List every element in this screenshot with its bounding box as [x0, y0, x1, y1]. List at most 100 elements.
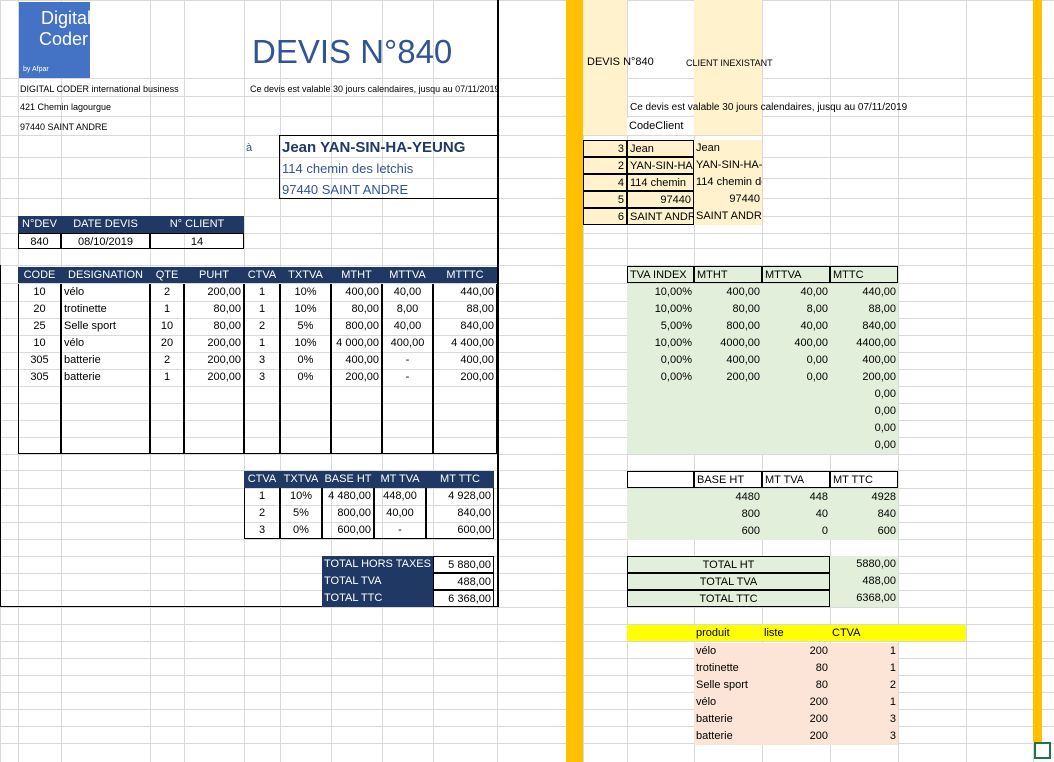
- quote-frame-right: [497, 0, 499, 607]
- company-address: 421 Chemin lagourgue: [20, 102, 112, 112]
- calc-header: TVA INDEX: [627, 266, 694, 283]
- line-item-cell: 200,00: [184, 284, 244, 301]
- line-item-cell: 3: [244, 369, 280, 386]
- line-item-cell: 0%: [280, 369, 331, 386]
- product-cell: trotinette: [694, 660, 762, 677]
- empty-line-cell: [382, 386, 433, 403]
- line-item-cell: 10: [18, 335, 61, 352]
- calc-cell: 200,00: [830, 369, 898, 386]
- calc-cell: [694, 420, 762, 437]
- line-item-cell: 1: [244, 301, 280, 318]
- info-header: N° CLIENT: [150, 216, 244, 233]
- product-cell: 3: [830, 728, 898, 745]
- lookup-cell: 114 chemin: [627, 174, 694, 191]
- quote-frame-left: [0, 265, 1, 607]
- product-header: liste: [762, 625, 830, 641]
- line-item-cell: 200,00: [331, 369, 382, 386]
- empty-line-cell: [331, 420, 382, 437]
- empty-line-cell: [244, 403, 280, 420]
- empty-line-cell: [433, 420, 497, 437]
- line-item-cell: 10: [18, 284, 61, 301]
- page-title: DEVIS N°840: [252, 33, 453, 70]
- right-vat-cell: 40: [762, 506, 830, 523]
- calc-cell: 400,00: [694, 284, 762, 301]
- line-item-cell: 3: [244, 352, 280, 369]
- right-total-label: TOTAL TTC: [627, 590, 830, 607]
- line-item-cell: -: [382, 369, 433, 386]
- lookup-cell: 97440: [627, 191, 694, 208]
- product-cell: 1: [830, 643, 898, 660]
- calc-cell: 840,00: [830, 318, 898, 335]
- line-item-cell: batterie: [61, 352, 150, 369]
- lookup-cell: YAN-SIN-HA-: [627, 157, 694, 174]
- calc-cell: 400,00: [694, 352, 762, 369]
- right-validity-text: Ce devis est valable 30 jours calendaire…: [630, 102, 908, 113]
- calc-cell: [627, 386, 694, 403]
- calc-cell: 0,00: [830, 403, 898, 420]
- vat-header: MT TTC: [426, 471, 494, 488]
- calc-cell: [694, 403, 762, 420]
- logo-sub: by Afpar: [23, 66, 49, 73]
- vat-cell: 40,00: [374, 505, 426, 522]
- lookup-cell: 4: [583, 174, 627, 191]
- line-header: TXTVA: [280, 267, 331, 283]
- calc-cell: 0,00: [830, 386, 898, 403]
- vat-cell: 448,00: [374, 488, 426, 505]
- empty-line-cell: [61, 403, 150, 420]
- lines-bottom-border: [18, 453, 497, 454]
- empty-line-cell: [280, 420, 331, 437]
- calc-cell: 10,00%: [627, 301, 694, 318]
- right-total-value: 5880,00: [830, 556, 898, 573]
- empty-line-cell: [18, 386, 61, 403]
- calc-cell: [762, 437, 830, 454]
- total-label: TOTAL HORS TAXES: [322, 556, 433, 573]
- right-vat-cell: 0: [762, 523, 830, 540]
- empty-line-cell: [61, 386, 150, 403]
- product-cell: batterie: [694, 728, 762, 745]
- right-vat-header-blank: [627, 471, 694, 488]
- product-cell: 1: [830, 660, 898, 677]
- line-item-cell: 400,00: [382, 335, 433, 352]
- vat-header: BASE HT: [322, 471, 374, 488]
- client-city: 97440 SAINT ANDRE: [282, 182, 409, 197]
- company-city: 97440 SAINT ANDRE: [20, 122, 108, 132]
- vat-cell: 840,00: [426, 505, 494, 522]
- active-cell-selector[interactable]: [1034, 742, 1051, 759]
- line-item-cell: 40,00: [382, 284, 433, 301]
- line-item-cell: 2: [150, 284, 184, 301]
- lookup-cell: SAINT ANDRE: [694, 208, 762, 225]
- line-item-cell: 80,00: [184, 301, 244, 318]
- line-item-cell: 40,00: [382, 318, 433, 335]
- right-vat-header: MT TVA: [762, 471, 830, 488]
- empty-line-cell: [382, 420, 433, 437]
- info-header: N°DEV: [18, 216, 61, 233]
- line-item-cell: 800,00: [331, 318, 382, 335]
- calc-cell: 0,00%: [627, 369, 694, 386]
- right-vat-cell: 600: [694, 523, 762, 540]
- right-vat-header: BASE HT: [694, 471, 762, 488]
- orange-column-left: [566, 0, 583, 762]
- empty-line-cell: [331, 386, 382, 403]
- empty-line-cell: [244, 386, 280, 403]
- line-item-cell: 80,00: [331, 301, 382, 318]
- company-logo: Digital Coder by Afpar: [19, 2, 91, 78]
- calc-cell: [627, 437, 694, 454]
- line-item-cell: Selle sport: [61, 318, 150, 335]
- line-item-cell: 0%: [280, 352, 331, 369]
- product-cell: 80: [762, 660, 830, 677]
- calc-cell: [627, 403, 694, 420]
- empty-line-cell: [280, 437, 331, 454]
- line-header: CODE: [18, 267, 61, 283]
- empty-line-cell: [184, 420, 244, 437]
- line-header: DESIGNATION: [61, 267, 150, 283]
- client-name: Jean YAN-SIN-HA-YEUNG: [282, 139, 466, 156]
- empty-line-cell: [331, 403, 382, 420]
- vat-header: MT TVA: [374, 471, 426, 488]
- line-item-cell: 305: [18, 352, 61, 369]
- line-item-cell: 200,00: [433, 369, 497, 386]
- product-cell: vélo: [694, 694, 762, 711]
- line-item-cell: 840,00: [433, 318, 497, 335]
- calc-header: MTTVA: [762, 266, 830, 283]
- lookup-cell: 5: [583, 191, 627, 208]
- lookup-cell: YAN-SIN-HA-YEUNG: [694, 157, 762, 174]
